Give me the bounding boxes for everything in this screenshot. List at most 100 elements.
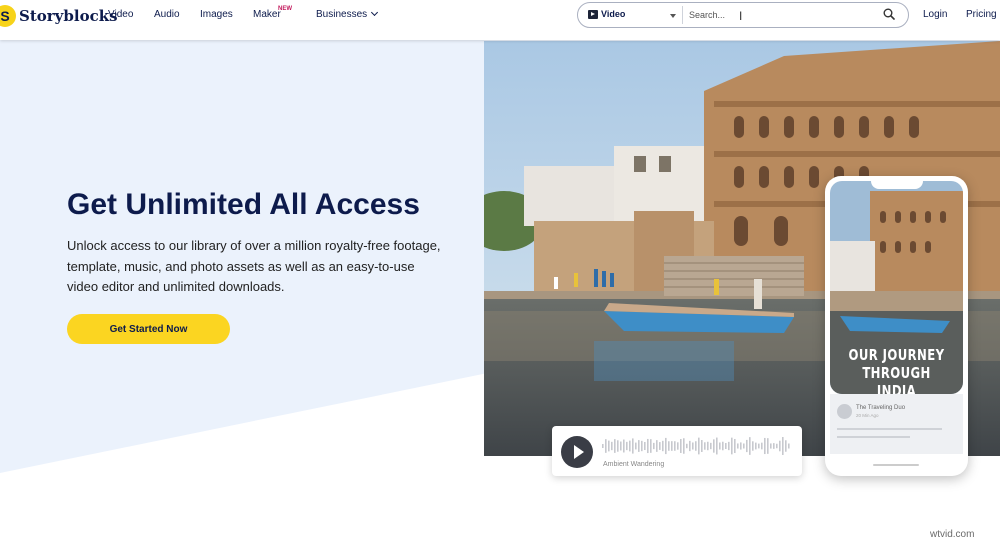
waveform-bar (689, 440, 691, 452)
new-badge: NEW (278, 6, 292, 12)
waveform-bar (767, 438, 769, 454)
storyblocks-logo[interactable]: S Storyblocks (0, 4, 118, 28)
search-icon[interactable] (883, 8, 895, 20)
home-indicator (873, 464, 919, 466)
login-link[interactable]: Login (923, 9, 947, 20)
waveform-bar (647, 438, 649, 454)
waveform-bar (719, 442, 721, 450)
waveform-bar (725, 442, 727, 450)
waveform-bar (620, 441, 622, 451)
get-started-button[interactable]: Get Started Now (67, 314, 230, 344)
waveform-bar (653, 442, 655, 450)
waveform-bar (713, 439, 715, 453)
waveform-bar (668, 441, 670, 451)
waveform-bar (764, 437, 766, 455)
waveform-bar (611, 441, 613, 451)
top-navbar: S Storyblocks Video Audio Images Maker N… (0, 0, 1000, 40)
waveform-bar (605, 439, 607, 453)
waveform-bar (671, 441, 673, 451)
waveform-bar (785, 440, 787, 452)
waveform-bar (788, 443, 790, 449)
nav-businesses-label: Businesses (316, 9, 368, 20)
hero-title: Get Unlimited All Access (67, 188, 420, 221)
text-placeholder-line (837, 436, 910, 438)
waveform-bar (716, 437, 718, 455)
search-bar: Video I (577, 2, 909, 28)
waveform[interactable] (602, 434, 792, 458)
waveform-bar (728, 441, 730, 451)
waveform-bar (635, 442, 637, 450)
waveform-bar (776, 443, 778, 449)
hero-description: Unlock access to our library of over a m… (67, 238, 441, 294)
waveform-bar (701, 440, 703, 452)
waveform-bar (698, 437, 700, 455)
avatar (837, 404, 852, 419)
waveform-bar (734, 438, 736, 454)
waveform-bar (644, 441, 646, 451)
waveform-bar (638, 440, 640, 452)
waveform-bar (746, 439, 748, 453)
waveform-bar (782, 437, 784, 455)
waveform-bar (737, 443, 739, 449)
waveform-bar (617, 440, 619, 452)
waveform-bar (665, 437, 667, 455)
waveform-bar (674, 441, 676, 451)
post-time: 20 Min Ago (856, 413, 879, 418)
waveform-bar (761, 442, 763, 450)
waveform-bar (686, 443, 688, 449)
nav-audio[interactable]: Audio (154, 9, 180, 20)
video-icon (588, 9, 598, 19)
nav-video[interactable]: Video (108, 9, 133, 20)
waveform-bar (641, 440, 643, 452)
waveform-bar (608, 440, 610, 452)
waveform-bar (659, 442, 661, 450)
phone-video-preview[interactable]: OUR JOURNEY THROUGH INDIA (830, 181, 963, 394)
phone-mockup: OUR JOURNEY THROUGH INDIA The Traveling … (825, 176, 968, 476)
audio-track-name: Ambient Wandering (603, 461, 665, 468)
waveform-bar (770, 443, 772, 449)
audio-player-card: Ambient Wandering (552, 426, 802, 476)
waveform-bar (623, 439, 625, 453)
caret-down-icon[interactable] (670, 14, 676, 18)
pricing-link[interactable]: Pricing (966, 9, 997, 20)
waveform-bar (614, 439, 616, 453)
search-input[interactable] (689, 7, 869, 23)
waveform-bar (677, 442, 679, 450)
waveform-bar (695, 441, 697, 451)
waveform-bar (779, 440, 781, 452)
waveform-bar (773, 443, 775, 449)
text-placeholder-line (837, 428, 942, 430)
nav-businesses[interactable]: Businesses (316, 8, 379, 20)
phone-post-meta: The Traveling Duo 20 Min Ago (830, 394, 963, 454)
waveform-bar (629, 440, 631, 452)
phone-notch (871, 176, 923, 189)
waveform-bar (650, 439, 652, 453)
author-name: The Traveling Duo (856, 405, 906, 411)
waveform-bar (752, 441, 754, 451)
waveform-bar (704, 442, 706, 450)
waveform-bar (758, 443, 760, 449)
nav-maker[interactable]: Maker (253, 9, 281, 20)
waveform-bar (662, 440, 664, 452)
waveform-bar (707, 441, 709, 451)
logo-mark-icon: S (0, 5, 16, 27)
logo-text: Storyblocks (19, 7, 118, 25)
waveform-bar (656, 440, 658, 452)
waveform-bar (749, 437, 751, 455)
waveform-bar (692, 442, 694, 450)
waveform-bar (602, 444, 604, 448)
waveform-bar (683, 438, 685, 454)
phone-video-title: OUR JOURNEY THROUGH INDIA (848, 346, 945, 394)
search-divider (682, 6, 683, 24)
play-icon[interactable] (561, 436, 593, 468)
waveform-bar (710, 442, 712, 450)
search-type-select[interactable]: Video (588, 9, 625, 19)
waveform-bar (722, 441, 724, 451)
nav-images[interactable]: Images (200, 9, 233, 20)
watermark: wtvid.com (930, 529, 975, 540)
waveform-bar (626, 441, 628, 451)
text-cursor-icon: I (739, 9, 743, 23)
waveform-bar (740, 442, 742, 450)
chevron-down-icon (371, 8, 379, 17)
waveform-bar (680, 439, 682, 453)
